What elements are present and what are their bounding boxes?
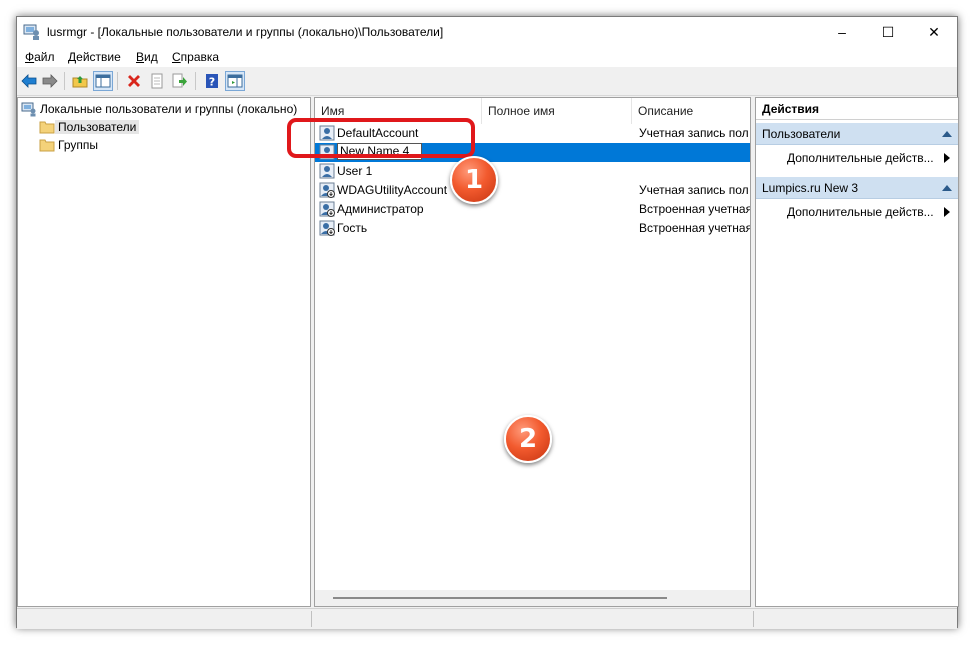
- close-button[interactable]: ✕: [911, 17, 957, 47]
- svg-text:?: ?: [209, 76, 215, 89]
- more-actions-selected-user[interactable]: Дополнительные действ...: [756, 202, 958, 222]
- menu-file[interactable]: Файл: [25, 50, 55, 64]
- status-bar: [17, 608, 957, 629]
- tree-item-groups[interactable]: Группы: [39, 136, 101, 154]
- menu-view-label: ид: [144, 50, 158, 64]
- minimize-button[interactable]: –: [819, 17, 865, 47]
- forward-button[interactable]: [40, 71, 60, 91]
- show-hide-tree-icon: [95, 74, 111, 88]
- tree-root-label: Локальные пользователи и группы (локальн…: [40, 102, 298, 116]
- user-name: Администратор: [337, 202, 424, 216]
- status-separator: [311, 611, 312, 627]
- users-list: Имя Полное имя Описание DefaultAccount У…: [314, 97, 751, 607]
- computer-users-icon: [21, 102, 36, 117]
- submenu-arrow-icon: [944, 153, 950, 163]
- user-icon: [319, 163, 335, 179]
- menu-action-label: ействие: [76, 50, 121, 64]
- tree-item-groups-label: Группы: [58, 138, 98, 152]
- menu-bar: Файл Действие Вид Справка: [17, 47, 957, 67]
- menu-help[interactable]: Справка: [172, 50, 219, 64]
- list-item[interactable]: User 1: [315, 162, 750, 181]
- step-badge-2: 2: [504, 415, 552, 463]
- delete-icon: [128, 75, 140, 87]
- export-list-icon: [172, 73, 187, 88]
- list-item[interactable]: Администратор Встроенная учетная: [315, 200, 751, 219]
- properties-icon: [151, 73, 163, 89]
- menu-file-accel: Ф: [25, 50, 35, 64]
- console-tree: Локальные пользователи и группы (локальн…: [17, 97, 311, 607]
- maximize-button[interactable]: ☐: [865, 17, 911, 47]
- actions-pane: Действия Пользователи Дополнительные дей…: [755, 97, 959, 607]
- menu-action-accel: Д: [68, 50, 77, 64]
- folder-icon: [39, 121, 55, 134]
- export-list-button[interactable]: [170, 71, 190, 91]
- collapse-up-icon[interactable]: [942, 131, 952, 137]
- scrollbar-thumb[interactable]: [333, 597, 667, 599]
- status-separator: [753, 611, 754, 627]
- tree-item-users-label: Пользователи: [55, 120, 140, 134]
- help-icon: ?: [206, 74, 218, 89]
- actions-section-users-label: Пользователи: [762, 127, 841, 141]
- back-arrow-icon: [21, 74, 37, 88]
- disabled-user-icon: [319, 220, 335, 236]
- actions-section-selected-user-label: Lumpics.ru New 3: [762, 181, 859, 195]
- tree-root[interactable]: Локальные пользователи и группы (локальн…: [21, 100, 300, 118]
- menu-help-accel: С: [172, 50, 181, 64]
- disabled-user-icon: [319, 182, 335, 198]
- column-header-fullname[interactable]: Полное имя: [482, 98, 632, 124]
- forward-arrow-icon: [42, 74, 58, 88]
- column-header-description[interactable]: Описание: [632, 98, 750, 124]
- collapse-up-icon[interactable]: [942, 185, 952, 191]
- disabled-user-icon: [319, 201, 335, 217]
- user-description: Встроенная учетная: [639, 221, 751, 235]
- rename-highlight-box: [287, 118, 475, 158]
- more-actions-users-label: Дополнительные действ...: [787, 151, 934, 165]
- back-button[interactable]: [19, 71, 39, 91]
- user-name: User 1: [337, 164, 373, 178]
- submenu-arrow-icon: [944, 207, 950, 217]
- toolbar-separator: [64, 72, 65, 90]
- title-bar[interactable]: lusrmgr - [Локальные пользователи и груп…: [17, 17, 957, 47]
- window-title: lusrmgr - [Локальные пользователи и груп…: [47, 25, 444, 39]
- actions-section-users[interactable]: Пользователи: [756, 123, 958, 145]
- close-icon: ✕: [928, 23, 940, 40]
- more-actions-users[interactable]: Дополнительные действ...: [756, 148, 958, 168]
- up-folder-icon: [72, 76, 88, 88]
- menu-view-accel: В: [136, 50, 145, 64]
- menu-view[interactable]: Вид: [136, 50, 158, 64]
- toolbar-separator: [195, 72, 196, 90]
- folder-icon: [39, 139, 55, 152]
- horizontal-scrollbar[interactable]: [315, 590, 750, 606]
- toolbar-separator: [117, 72, 118, 90]
- up-one-level-button[interactable]: [70, 71, 90, 91]
- user-description: Встроенная учетная: [639, 202, 751, 216]
- actions-section-selected-user[interactable]: Lumpics.ru New 3: [756, 177, 958, 199]
- list-item[interactable]: WDAGUtilityAccount Учетная запись пол: [315, 181, 750, 200]
- show-hide-action-pane-button[interactable]: [225, 71, 245, 91]
- show-hide-tree-button[interactable]: [93, 71, 113, 91]
- show-hide-action-pane-icon: [227, 74, 243, 88]
- step-badge-1: 1: [450, 156, 498, 204]
- properties-button[interactable]: [147, 71, 167, 91]
- actions-title: Действия: [756, 98, 958, 120]
- lusrmgr-app-icon: [23, 24, 39, 40]
- user-description: Учетная запись пол: [639, 183, 749, 197]
- lusrmgr-window: lusrmgr - [Локальные пользователи и груп…: [16, 16, 959, 629]
- delete-button[interactable]: [124, 71, 144, 91]
- help-button[interactable]: ?: [202, 71, 222, 91]
- minimize-icon: –: [838, 24, 846, 40]
- user-name: Гость: [337, 221, 368, 235]
- more-actions-selected-user-label: Дополнительные действ...: [787, 205, 934, 219]
- menu-action[interactable]: Действие: [68, 50, 121, 64]
- menu-help-label: правка: [180, 50, 220, 64]
- list-item[interactable]: Гость Встроенная учетная: [315, 219, 751, 238]
- menu-file-label: айл: [34, 50, 55, 64]
- tree-item-users[interactable]: Пользователи: [39, 118, 140, 136]
- user-name: WDAGUtilityAccount: [337, 183, 448, 197]
- maximize-icon: ☐: [881, 23, 895, 40]
- user-description: Учетная запись пол: [639, 126, 749, 140]
- toolbar: ?: [17, 67, 957, 96]
